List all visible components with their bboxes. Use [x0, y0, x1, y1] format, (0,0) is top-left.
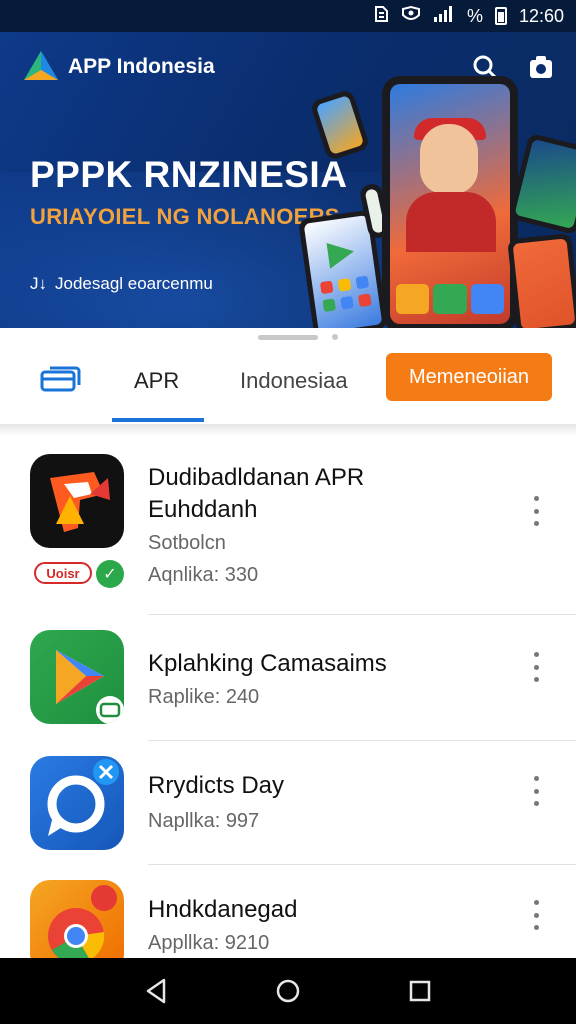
list-item[interactable]: Uoisr ✓ Dudibadldanan APR Euhddanh Sotbo…	[0, 436, 576, 616]
app-title: Kplahking Camasaims	[148, 650, 387, 677]
tab-indonesian[interactable]: Indonesiaa	[240, 368, 348, 394]
divider	[148, 740, 576, 741]
home-icon[interactable]	[274, 977, 302, 1005]
app-icon-p[interactable]	[30, 454, 124, 548]
list-item[interactable]: Hndkdanegad Appllka: 9210	[0, 866, 576, 974]
banner-subline: URIAYOIEL NG NOLANOERS	[30, 204, 340, 229]
list-item[interactable]: Kplahking Camasaims Raplike: 240	[0, 616, 576, 742]
sim-icon	[373, 5, 389, 28]
app-name: APP Indonesia	[68, 55, 215, 78]
status-badge: Uoisr	[34, 562, 92, 584]
app-title: Rrydicts Day	[148, 772, 285, 799]
notification-icon	[401, 5, 421, 28]
status-bar: % 12:60	[0, 0, 576, 32]
clock: 12:60	[518, 5, 564, 26]
phone-illustration-main	[382, 76, 518, 328]
banner-caption: J↓ Jodesagl eoarcenmu	[30, 274, 213, 294]
battery-percent: %	[466, 5, 483, 26]
signal-icon	[433, 5, 455, 28]
page-indicator-dot	[332, 334, 338, 340]
more-vert-icon[interactable]	[528, 652, 544, 682]
brand-logo-icon	[22, 48, 60, 86]
app-title-line2: Euhddanh	[148, 496, 258, 523]
recents-icon[interactable]	[406, 977, 434, 1005]
page-indicator-active	[258, 334, 318, 340]
caption-icon: J↓	[30, 274, 47, 293]
list-item[interactable]: Rrydicts Day Napllka: 997	[0, 742, 576, 866]
back-icon[interactable]	[142, 977, 170, 1005]
more-vert-icon[interactable]	[528, 496, 544, 526]
divider	[148, 614, 576, 615]
banner-page-indicator	[258, 334, 338, 340]
tab-apr[interactable]: APR	[134, 368, 179, 394]
camera-icon[interactable]	[528, 54, 554, 80]
cta-button[interactable]: Memeneoiian	[386, 353, 552, 401]
cards-icon[interactable]	[40, 364, 86, 394]
phone-illustration	[508, 132, 576, 236]
banner-headline: PPPK RNZINESIA	[30, 154, 348, 195]
tab-shadow	[0, 424, 576, 436]
app-title: Dudibadldanan APR	[148, 464, 365, 491]
app-meta: Raplike: 240	[148, 686, 260, 708]
app-icon-chat[interactable]	[30, 756, 124, 850]
brand: APP Indonesia	[22, 48, 215, 86]
system-nav-bar	[0, 958, 576, 1024]
more-vert-icon[interactable]	[528, 776, 544, 806]
hero-banner[interactable]: APP Indonesia PPPK RNZINESIA URIAYOIEL N…	[0, 32, 576, 328]
app-meta: Aqnlika: 330	[148, 564, 259, 586]
app-subtitle: Sotbolcn	[148, 532, 226, 554]
divider	[148, 864, 576, 865]
caption-text: Jodesagl eoarcenmu	[55, 274, 213, 293]
app-title: Hndkdanegad	[148, 896, 298, 923]
app-meta: Napllka: 997	[148, 810, 260, 832]
phone-illustration	[309, 88, 371, 162]
app-icon-play[interactable]	[30, 630, 124, 724]
battery-icon	[494, 7, 507, 25]
app-meta: Appllka: 9210	[148, 932, 270, 954]
tab-active-indicator	[112, 418, 204, 422]
tab-bar: APR Indonesiaa Memeneoiian	[0, 348, 576, 424]
phone-illustration	[507, 232, 576, 328]
more-vert-icon[interactable]	[528, 900, 544, 930]
check-icon: ✓	[96, 560, 124, 588]
